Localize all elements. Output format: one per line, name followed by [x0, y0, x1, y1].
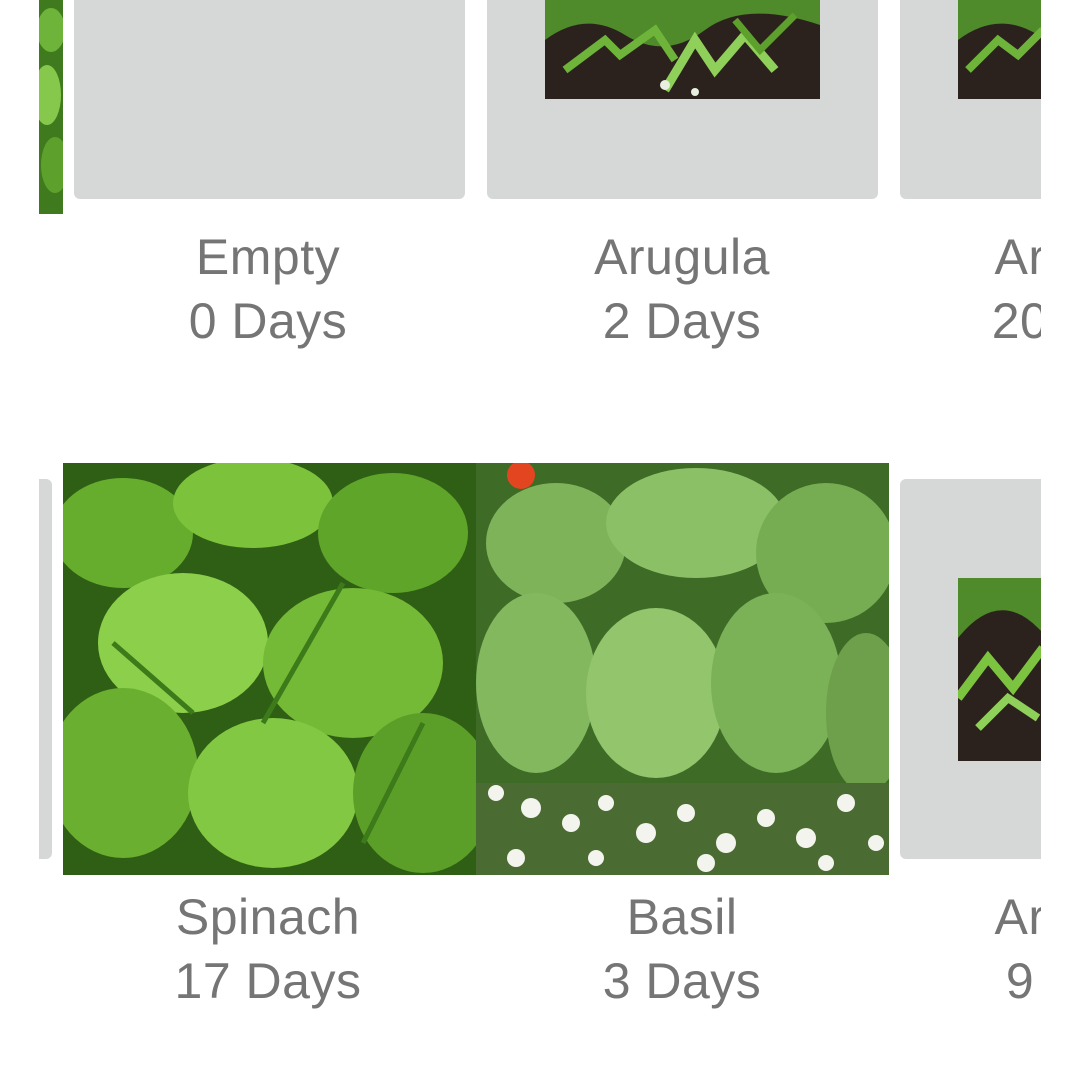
plant-label-empty: Empty 0 Days	[72, 225, 464, 353]
plant-name: Empty	[195, 229, 341, 285]
plant-card-partial-top[interactable]	[900, 0, 1041, 199]
plant-label-partial-bottom: Ar 9	[900, 885, 1042, 1015]
plant-days: 3 Days	[602, 953, 762, 1009]
plant-card-spinach[interactable]	[63, 463, 476, 875]
plant-card-empty[interactable]	[74, 0, 465, 199]
plant-name: Spinach	[175, 889, 361, 945]
plant-name: Basil	[626, 889, 738, 945]
partial-tile-left[interactable]	[39, 479, 52, 859]
plant-days: 20	[991, 293, 1041, 349]
plant-days: 9	[1005, 953, 1035, 1009]
plant-label-arugula: Arugula 2 Days	[486, 225, 878, 353]
plant-card-basil[interactable]	[476, 463, 889, 875]
plant-label-partial-top: Ar 20	[900, 225, 1041, 355]
plant-days: 17 Days	[174, 953, 362, 1009]
arugula-photo	[958, 578, 1041, 761]
plant-card-arugula[interactable]	[487, 0, 878, 199]
plant-days: 0 Days	[188, 293, 348, 349]
plant-card-partial-bottom[interactable]	[900, 479, 1041, 859]
plant-label-basil: Basil 3 Days	[486, 885, 878, 1013]
arugula-photo	[545, 0, 820, 99]
basil-photo	[476, 463, 889, 875]
partial-spinach-photo[interactable]	[39, 0, 63, 214]
plant-name: Ar	[994, 889, 1042, 945]
plant-name: Ar	[994, 229, 1042, 285]
plant-days: 2 Days	[602, 293, 762, 349]
plant-label-spinach: Spinach 17 Days	[72, 885, 464, 1013]
spinach-photo	[63, 463, 476, 875]
arugula-photo	[958, 0, 1041, 99]
plant-name: Arugula	[594, 229, 770, 285]
